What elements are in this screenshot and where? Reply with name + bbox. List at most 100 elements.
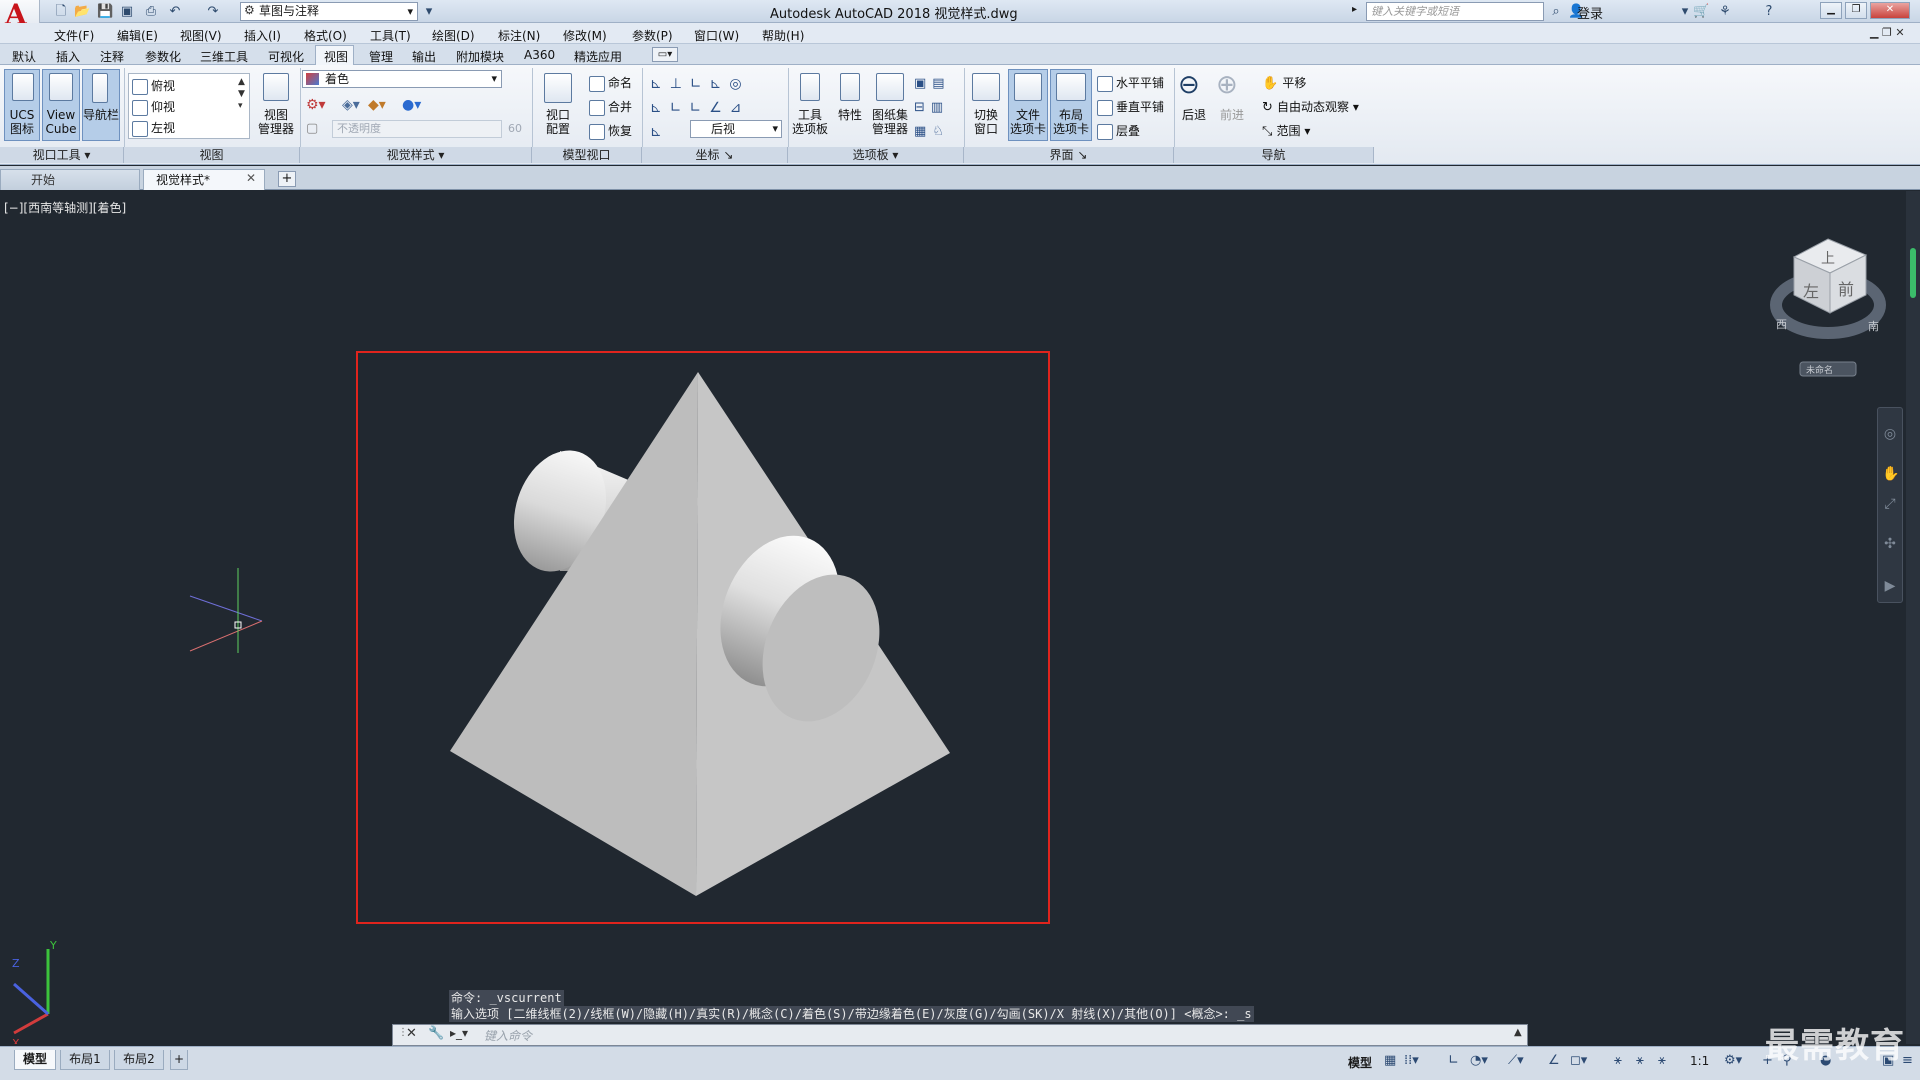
panel-title-palettes[interactable]: 选项板 ▾	[788, 147, 964, 163]
command-input[interactable]: 键入命令	[484, 1027, 532, 1044]
view-top[interactable]: 俯视	[132, 77, 175, 95]
tab-default[interactable]: 默认	[12, 48, 36, 65]
model-space-toggle[interactable]: 模型	[1348, 1054, 1372, 1071]
cascade-button[interactable]: 层叠	[1097, 122, 1140, 140]
tab-manage[interactable]: 管理	[369, 48, 393, 65]
tile-vertical-button[interactable]: 垂直平铺	[1097, 98, 1164, 116]
tab-insert[interactable]: 插入	[56, 48, 80, 65]
new-tab-button[interactable]: +	[278, 171, 296, 187]
tile-horizontal-button[interactable]: 水平平铺	[1097, 74, 1164, 92]
tab-addins[interactable]: 附加模块	[456, 48, 504, 65]
workspace-gear-icon[interactable]: ⚙▾	[1724, 1053, 1742, 1068]
minimize-button[interactable]: ▁	[1820, 2, 1842, 19]
annotation-scale-icon[interactable]: ⚹	[1658, 1053, 1666, 1068]
ortho-icon[interactable]: ∟	[1448, 1053, 1459, 1068]
forward-button[interactable]: 前进	[1216, 108, 1248, 122]
file-tab-start[interactable]: 开始	[0, 169, 140, 190]
free-orbit-button[interactable]: ↻ 自由动态观察 ▾	[1262, 98, 1359, 115]
orbit-nav-icon[interactable]: ✣	[1882, 536, 1898, 552]
annotation-visibility-icon[interactable]: ⚹	[1614, 1053, 1622, 1068]
tab-annotate[interactable]: 注释	[100, 48, 124, 65]
wrench-icon[interactable]: 🔧	[428, 1026, 444, 1041]
sheet-set-manager-button[interactable]: 图纸集 管理器	[868, 108, 912, 136]
steering-wheel-icon[interactable]: ◎	[1882, 426, 1898, 442]
menu-modify[interactable]: 修改(M)	[563, 27, 607, 44]
layout-tabs-button[interactable]: 布局 选项卡	[1050, 108, 1092, 136]
menu-format[interactable]: 格式(O)	[304, 27, 347, 44]
menu-dimension[interactable]: 标注(N)	[498, 27, 540, 44]
doc-window-controls[interactable]: ▁ ❐ ✕	[1870, 26, 1905, 39]
panel-title-viewport-tools[interactable]: 视口工具 ▾	[0, 147, 124, 163]
binoculars-icon[interactable]: ⌕	[1547, 3, 1565, 20]
visual-style-select[interactable]: 着色	[302, 70, 502, 88]
command-prompt-icon[interactable]: ▸_▾	[450, 1026, 468, 1040]
xray-icon[interactable]: ▢	[306, 121, 318, 136]
tab-featured-apps[interactable]: 精选应用	[574, 48, 622, 65]
menu-parametric[interactable]: 参数(P)	[632, 27, 673, 44]
layout-tab-model[interactable]: 模型	[14, 1050, 56, 1070]
gallery-scroll-icon[interactable]: ▲ ▼ ▾	[238, 76, 245, 112]
cart-icon[interactable]: 🛒	[1692, 3, 1710, 20]
save-icon[interactable]: 💾	[96, 3, 114, 20]
workspace-select[interactable]: 草图与注释	[240, 2, 418, 21]
layout-tab-layout2[interactable]: 布局2	[114, 1050, 164, 1070]
menu-draw[interactable]: 绘图(D)	[432, 27, 475, 44]
view-manager-button[interactable]: 视图 管理器	[254, 108, 298, 136]
viewcube-button[interactable]: View Cube	[43, 108, 79, 136]
snap-icon[interactable]: ⁞⁞▾	[1404, 1053, 1419, 1068]
menu-window[interactable]: 窗口(W)	[694, 27, 739, 44]
search-input[interactable]: 键入关键字或短语	[1366, 2, 1544, 21]
isodraft-icon[interactable]: ⟋▾	[1508, 1053, 1524, 1068]
file-tabs-button[interactable]: 文件 选项卡	[1008, 108, 1048, 136]
panel-title-interface[interactable]: 界面 ↘	[964, 147, 1174, 163]
search-expand-icon[interactable]: ▸	[1352, 4, 1357, 15]
login-button[interactable]: 登录	[1577, 3, 1603, 22]
menu-view[interactable]: 视图(V)	[180, 27, 222, 44]
panel-title-visual-styles[interactable]: 视觉样式 ▾	[300, 147, 532, 163]
new-file-icon[interactable]: 🗋	[52, 3, 70, 20]
tab-view[interactable]: 视图	[324, 48, 348, 65]
viewport-named-button[interactable]: 命名	[589, 74, 632, 92]
ucs-icon-button[interactable]: UCS 图标	[6, 108, 38, 136]
annotation-scale-value[interactable]: 1:1	[1690, 1054, 1709, 1068]
a360-icon[interactable]: ⚘	[1716, 3, 1734, 20]
menu-edit[interactable]: 编辑(E)	[117, 27, 158, 44]
command-line-bar[interactable]	[392, 1024, 1528, 1046]
layout-tab-layout1[interactable]: 布局1	[60, 1050, 110, 1070]
tab-parametric[interactable]: 参数化	[145, 48, 181, 65]
switch-window-button[interactable]: 切换 窗口	[968, 108, 1004, 136]
navbar-button[interactable]: 导航栏	[82, 108, 120, 122]
ribbon-minimize-toggle[interactable]: ▭▾	[652, 47, 678, 62]
pan-button[interactable]: ✋ 平移	[1262, 74, 1306, 91]
polar-icon[interactable]: ◔▾	[1470, 1053, 1488, 1068]
plot-icon[interactable]: ⎙	[142, 3, 160, 20]
tab-output[interactable]: 输出	[412, 48, 436, 65]
vertical-scrollbar[interactable]	[1906, 191, 1920, 1044]
scrollbar-thumb[interactable]	[1910, 248, 1916, 298]
tab-3d-tools[interactable]: 三维工具	[200, 48, 248, 65]
save-as-icon[interactable]: ▣	[118, 3, 136, 20]
object-snap-tracking-icon[interactable]: ∠	[1548, 1053, 1560, 1068]
menu-insert[interactable]: 插入(I)	[244, 27, 281, 44]
grid-icon[interactable]: ▦	[1384, 1053, 1396, 1068]
opacity-slider[interactable]: 不透明度	[332, 120, 502, 138]
viewport-join-button[interactable]: 合并	[589, 98, 632, 116]
maximize-button[interactable]: ❐	[1845, 2, 1867, 19]
menu-file[interactable]: 文件(F)	[54, 27, 94, 44]
close-button[interactable]: ✕	[1870, 2, 1910, 19]
viewport-config-button[interactable]: 视口 配置	[538, 108, 578, 136]
close-commandline-icon[interactable]: ✕	[406, 1026, 417, 1041]
pan-icon[interactable]: ✋	[1882, 466, 1899, 482]
properties-button[interactable]: 特性	[832, 108, 868, 122]
named-ucs-select[interactable]: 后视	[690, 120, 782, 138]
zoom-icon[interactable]: ⤢	[1882, 496, 1898, 512]
undo-icon[interactable]: ↶	[166, 3, 184, 20]
view-bottom[interactable]: 仰视	[132, 98, 175, 116]
object-snap-icon[interactable]: ◻▾	[1570, 1053, 1587, 1068]
tab-visualize[interactable]: 可视化	[268, 48, 304, 65]
lighting-icon[interactable]: ●▾	[402, 97, 421, 113]
new-layout-button[interactable]: +	[170, 1050, 188, 1070]
close-tab-icon[interactable]: ✕	[246, 171, 256, 185]
showmotion-icon[interactable]: ▶	[1882, 578, 1898, 594]
palette-small-tools[interactable]: ▣▤ ⊟▥ ▦♘	[914, 72, 958, 144]
